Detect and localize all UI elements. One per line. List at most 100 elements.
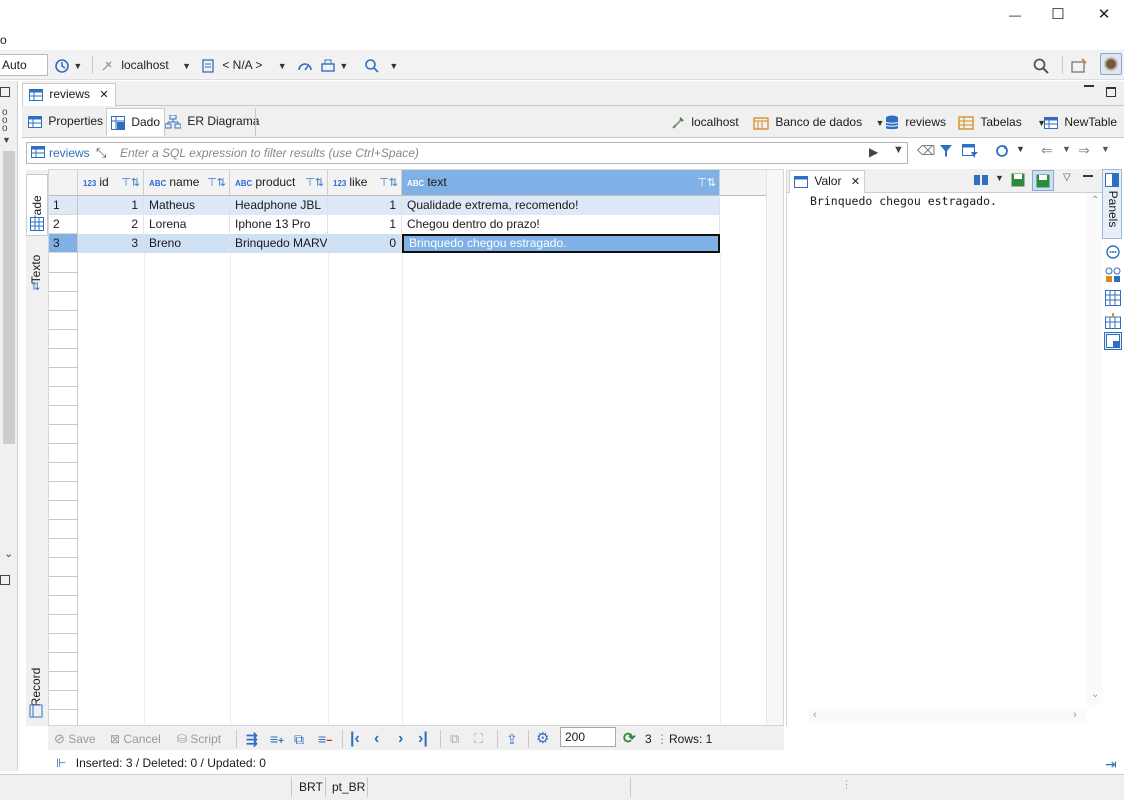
restore-icon[interactable] bbox=[0, 575, 10, 585]
column-header-text[interactable]: ABC text ⊤⇅ bbox=[402, 170, 720, 196]
transactions-button[interactable]: ▼ bbox=[320, 55, 348, 75]
expand-icon[interactable]: ⤡ bbox=[96, 145, 106, 161]
layout-toggle-icon[interactable]: ⇥ bbox=[1105, 756, 1117, 773]
cell-product[interactable]: Iphone 13 Pro bbox=[230, 215, 328, 234]
dashboard-button[interactable] bbox=[297, 55, 313, 75]
nav-tables[interactable]: Tabelas ▼ bbox=[958, 113, 1046, 131]
tab-record[interactable]: Record bbox=[26, 660, 48, 720]
column-filter-sort-icon[interactable]: ⊤⇅ bbox=[207, 171, 226, 195]
auto-save-toggle[interactable] bbox=[1032, 170, 1054, 191]
cell-like[interactable]: 1 bbox=[328, 215, 402, 234]
schema-selector[interactable]: < N/A > ▼ bbox=[201, 55, 287, 75]
cell-id[interactable]: 1 bbox=[78, 196, 144, 215]
link-icon[interactable]: ⧉ bbox=[450, 730, 459, 748]
cell-name[interactable]: Lorena bbox=[144, 215, 230, 234]
column-filter-sort-icon[interactable]: ⊤⇅ bbox=[379, 171, 398, 195]
tab-grid[interactable]: Grade bbox=[26, 174, 48, 236]
cell-product[interactable]: Headphone JBL bbox=[230, 196, 328, 215]
save-value-button[interactable] bbox=[1011, 173, 1025, 190]
maximize-button[interactable]: ☐ bbox=[1047, 4, 1069, 26]
panels-toggle[interactable]: Panels bbox=[1102, 169, 1122, 239]
nav-connection[interactable]: localhost bbox=[670, 113, 739, 131]
column-filter-sort-icon[interactable]: ⊤⇅ bbox=[697, 171, 716, 195]
apply-filter-icon[interactable]: ▶ bbox=[869, 145, 878, 159]
maximize-editor-icon[interactable] bbox=[1106, 87, 1116, 97]
view-menu-icon[interactable]: ▽ bbox=[1063, 172, 1071, 183]
tab-value[interactable]: Valor ✕ bbox=[789, 170, 866, 193]
cell-like[interactable]: 0 bbox=[328, 234, 402, 253]
column-filter-sort-icon[interactable]: ⊤⇅ bbox=[305, 171, 324, 195]
user-avatar[interactable] bbox=[1100, 53, 1122, 75]
cell-product[interactable]: Brinquedo MARV bbox=[230, 234, 328, 253]
cell-text[interactable]: Chegou dentro do prazo! bbox=[402, 215, 720, 234]
perspective-button[interactable] bbox=[1070, 55, 1088, 75]
tab-data[interactable]: Dado bbox=[106, 108, 166, 136]
next-page-button[interactable]: › bbox=[398, 730, 403, 748]
table-row-selected[interactable]: 3 3 Breno Brinquedo MARV 0 Brinquedo che… bbox=[49, 234, 720, 253]
column-header-product[interactable]: ABC product ⊤⇅ bbox=[230, 170, 328, 196]
transaction-mode-input[interactable]: Auto bbox=[0, 54, 48, 76]
calc-icon[interactable] bbox=[1105, 313, 1121, 332]
grid-vertical-scrollbar[interactable] bbox=[766, 170, 783, 725]
chevron-down-icon[interactable]: ▼ bbox=[1062, 144, 1071, 154]
copy-row-button[interactable]: ⧉ bbox=[294, 730, 304, 748]
previous-page-button[interactable]: ‹ bbox=[374, 730, 379, 748]
cancel-button[interactable]: ⊠ Cancel bbox=[110, 730, 161, 748]
row-number[interactable]: 2 bbox=[49, 215, 78, 234]
close-icon[interactable]: ✕ bbox=[99, 89, 108, 101]
refresh-button[interactable]: ⟳ bbox=[623, 730, 636, 748]
delete-row-button[interactable]: ≡− bbox=[318, 730, 333, 748]
minimize-button[interactable]: — bbox=[1004, 4, 1026, 26]
more-icon[interactable]: ooo bbox=[2, 108, 8, 134]
forward-arrow-icon[interactable]: ⇒ bbox=[1078, 142, 1090, 159]
fetch-size-input[interactable]: 200 bbox=[560, 727, 616, 747]
script-button[interactable]: ⛁ Script bbox=[177, 730, 221, 748]
value-content[interactable]: Brinquedo chegou estragado. bbox=[810, 194, 997, 208]
filter-settings-button[interactable] bbox=[939, 144, 953, 161]
column-filter-sort-icon[interactable]: ⊤⇅ bbox=[121, 171, 140, 195]
first-page-button[interactable]: |‹ bbox=[350, 730, 360, 748]
chevron-down-icon[interactable]: ▼ bbox=[1101, 144, 1110, 154]
last-page-button[interactable]: ›| bbox=[418, 730, 428, 748]
cell-name[interactable]: Breno bbox=[144, 234, 230, 253]
table-row[interactable]: 1 1 Matheus Headphone JBL 1 Qualidade ex… bbox=[49, 196, 720, 215]
edit-row-button[interactable]: ⇶ bbox=[246, 730, 258, 748]
content-view-button[interactable]: ▼ bbox=[973, 173, 1004, 190]
chevron-down-icon[interactable]: ⌄ bbox=[4, 547, 13, 560]
cell-like[interactable]: 1 bbox=[328, 196, 402, 215]
connection-selector[interactable]: localhost ▼ bbox=[100, 55, 191, 75]
add-row-button[interactable]: ≡+ bbox=[270, 730, 284, 748]
close-icon[interactable]: ✕ bbox=[851, 176, 860, 188]
minimize-icon[interactable] bbox=[1083, 175, 1093, 177]
link-button[interactable]: ▼ bbox=[994, 143, 1025, 162]
search-button[interactable]: ▼ bbox=[364, 55, 398, 75]
export-button[interactable]: ⇪ bbox=[506, 730, 518, 748]
left-scrollbar[interactable] bbox=[3, 151, 15, 444]
history-button[interactable]: ▼ bbox=[54, 55, 82, 75]
back-arrow-icon[interactable]: ⇐ bbox=[1041, 142, 1053, 159]
nav-schema[interactable]: reviews bbox=[885, 113, 946, 131]
filter-config-button[interactable] bbox=[962, 144, 978, 161]
cell-id[interactable]: 2 bbox=[78, 215, 144, 234]
column-header-like[interactable]: 123 like ⊤⇅ bbox=[328, 170, 402, 196]
close-button[interactable]: ✕ bbox=[1093, 4, 1115, 26]
value-vertical-scrollbar[interactable]: ⌃ ⌄ bbox=[1087, 193, 1103, 705]
table-row[interactable]: 2 2 Lorena Iphone 13 Pro 1 Chegou dentro… bbox=[49, 215, 720, 234]
global-search-button[interactable] bbox=[1032, 55, 1050, 75]
metadata-icon[interactable] bbox=[1105, 244, 1121, 263]
cell-name[interactable]: Matheus bbox=[144, 196, 230, 215]
nav-database[interactable]: Banco de dados ▼ bbox=[753, 113, 884, 131]
nav-new-table[interactable]: NewTable bbox=[1044, 113, 1117, 131]
tab-properties[interactable]: Properties bbox=[24, 108, 107, 136]
cell-id[interactable]: 3 bbox=[78, 234, 144, 253]
minimize-editor-icon[interactable] bbox=[1084, 85, 1094, 93]
column-header-name[interactable]: ABC name ⊤⇅ bbox=[144, 170, 230, 196]
tab-reviews[interactable]: reviews ✕ bbox=[22, 83, 116, 106]
zoom-fit-icon[interactable]: ⛶ bbox=[474, 730, 483, 748]
grouping-icon[interactable] bbox=[1105, 267, 1121, 286]
references-icon[interactable] bbox=[1105, 290, 1121, 309]
value-panel-icon[interactable] bbox=[1104, 332, 1122, 350]
cell-text-focused[interactable]: Brinquedo chegou estragado. bbox=[402, 234, 720, 253]
eraser-icon[interactable]: ⌫ bbox=[917, 143, 935, 159]
value-horizontal-scrollbar[interactable]: ‹ › bbox=[809, 709, 1087, 723]
